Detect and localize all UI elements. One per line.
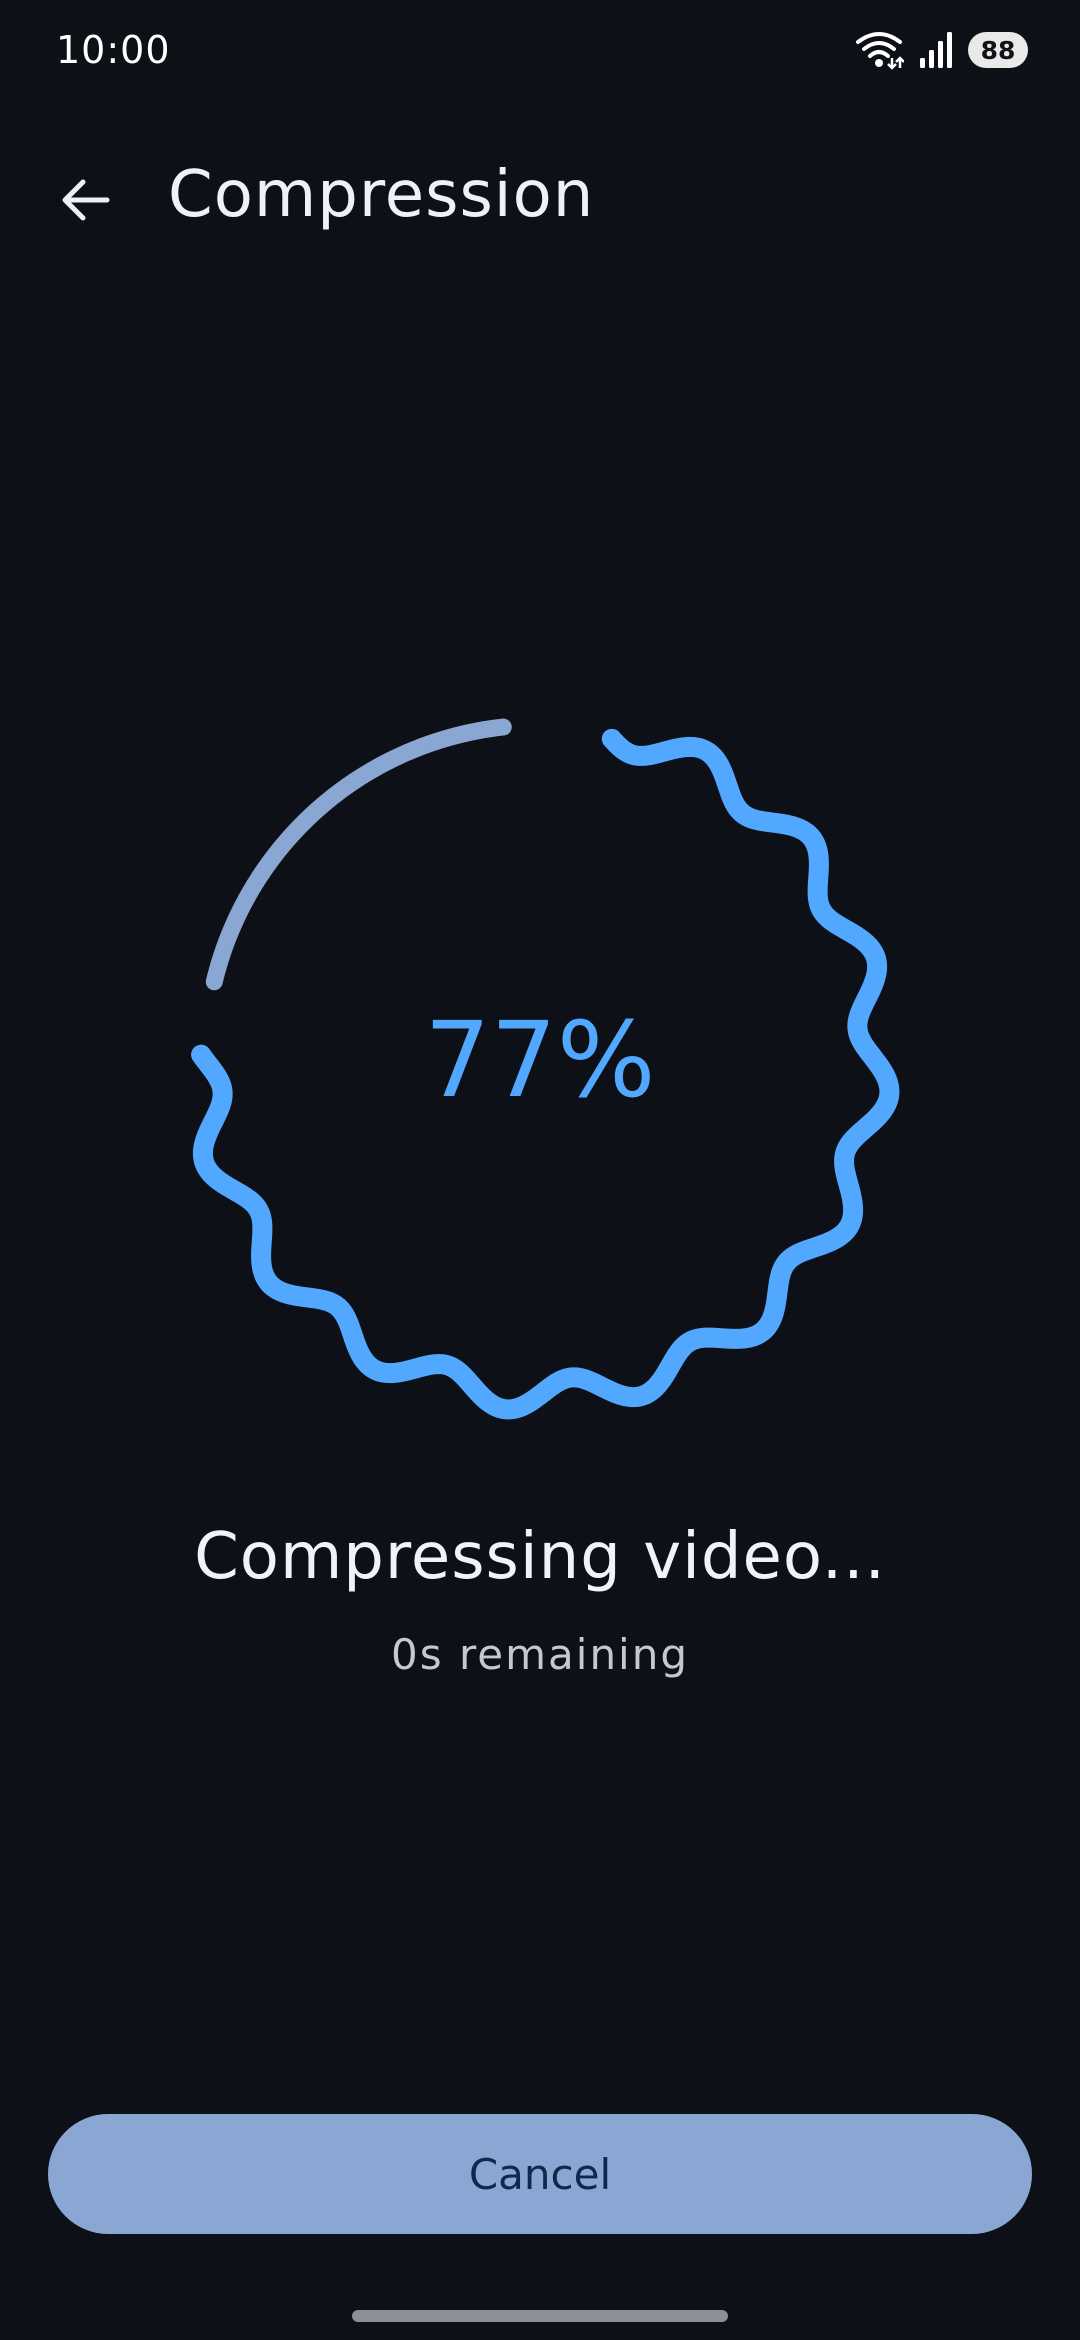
status-time: 10:00 xyxy=(56,28,171,72)
progress-percentage: 77% xyxy=(424,999,656,1121)
home-indicator[interactable] xyxy=(352,2310,728,2322)
status-title: Compressing video... xyxy=(194,1520,886,1594)
signal-icon xyxy=(920,32,952,68)
cancel-button[interactable]: Cancel xyxy=(48,2114,1032,2234)
progress-indicator: 77% xyxy=(160,680,920,1440)
arrow-left-icon xyxy=(62,179,110,221)
battery-icon: 88 xyxy=(968,32,1028,68)
wifi-icon xyxy=(856,32,904,70)
page-title: Compression xyxy=(168,158,595,232)
time-remaining: 0s remaining xyxy=(390,1630,690,1679)
compression-screen: 10:00 88 Compression 77% Compressing vid… xyxy=(0,0,1080,2340)
app-bar: Compression xyxy=(0,140,1080,260)
status-bar: 10:00 88 xyxy=(0,0,1080,110)
status-icons: 88 xyxy=(854,30,1028,70)
back-button[interactable] xyxy=(40,160,130,240)
